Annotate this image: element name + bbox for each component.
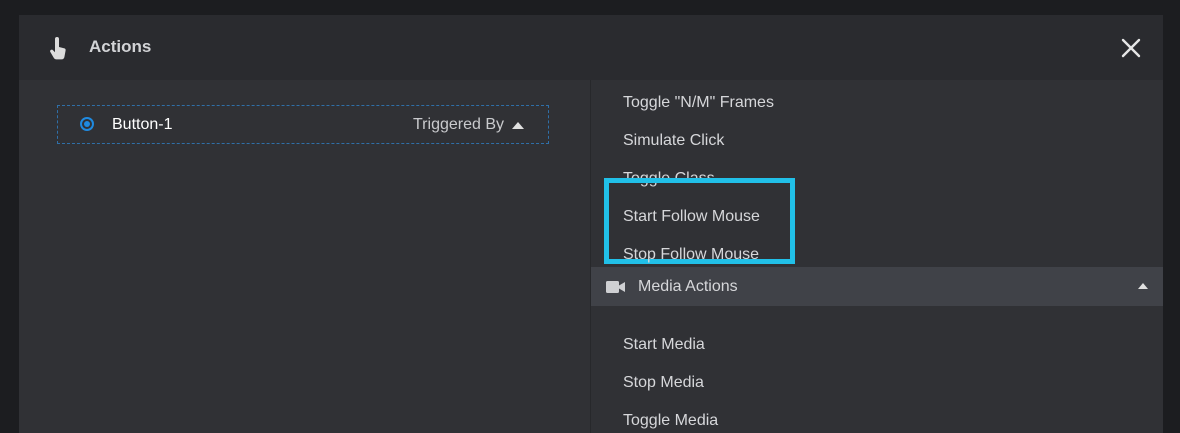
action-simulate-click[interactable]: Simulate Click <box>623 132 724 150</box>
triggered-by-dropdown[interactable]: Triggered By <box>413 116 504 134</box>
media-actions-label: Media Actions <box>638 278 738 295</box>
hand-pointer-icon <box>50 37 66 60</box>
close-icon[interactable] <box>1119 36 1143 60</box>
trigger-pane: Button-1 Triggered By <box>19 80 590 433</box>
action-toggle-media[interactable]: Toggle Media <box>623 412 718 430</box>
actions-list-pane: Toggle "N/M" Frames Simulate Click Toggl… <box>590 80 1163 433</box>
action-stop-media[interactable]: Stop Media <box>623 374 704 392</box>
action-start-follow-mouse[interactable]: Start Follow Mouse <box>623 208 760 226</box>
dialog-title: Actions <box>89 37 152 56</box>
action-toggle-nm-frames[interactable]: Toggle "N/M" Frames <box>623 94 774 112</box>
caret-up-icon[interactable] <box>512 122 524 129</box>
video-camera-icon <box>606 281 625 293</box>
action-start-media[interactable]: Start Media <box>623 336 705 354</box>
caret-up-icon[interactable] <box>1138 283 1148 289</box>
action-stop-follow-mouse[interactable]: Stop Follow Mouse <box>623 246 759 264</box>
actions-dialog: Actions Button-1 Triggered By Toggle "N/… <box>19 15 1163 433</box>
dialog-header: Actions <box>19 15 1163 80</box>
trigger-row-button-1[interactable]: Button-1 Triggered By <box>57 105 549 144</box>
radio-selected-icon[interactable] <box>80 117 94 131</box>
media-actions-group-header[interactable]: Media Actions <box>591 267 1163 306</box>
trigger-name: Button-1 <box>112 116 173 133</box>
